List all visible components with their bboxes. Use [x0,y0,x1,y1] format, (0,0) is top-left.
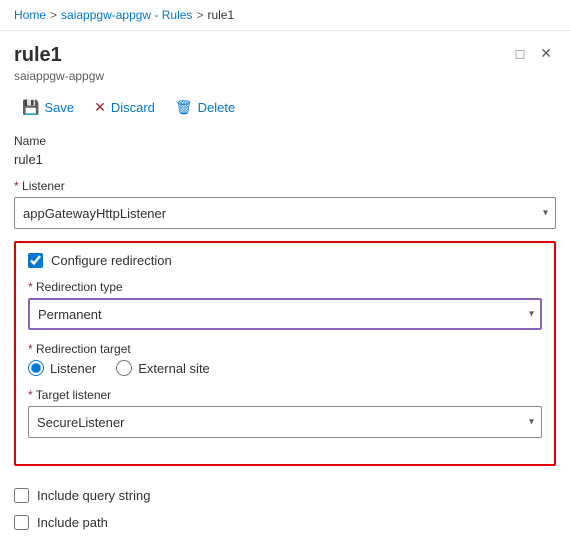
include-query-string-checkbox[interactable] [14,488,29,503]
listener-select[interactable]: appGatewayHttpListener [14,197,556,229]
redirection-target-radio-group: Listener External site [28,360,542,376]
panel-subtitle: saiappgw-appgw [14,69,104,83]
close-icon: ✕ [540,45,552,62]
save-button[interactable]: 💾 Save [14,95,82,120]
radio-listener-row: Listener [28,360,96,376]
configure-redirection-checkbox[interactable] [28,253,43,268]
radio-listener-label[interactable]: Listener [50,361,96,376]
configure-redirection-row: Configure redirection [28,253,542,268]
redirection-target-label: Redirection target [28,342,542,356]
panel-header: rule1 saiappgw-appgw □ ✕ [0,31,570,87]
include-path-checkbox[interactable] [14,515,29,530]
listener-select-wrapper: appGatewayHttpListener ▾ [14,197,556,229]
target-listener-select[interactable]: SecureListener [28,406,542,438]
delete-icon: 🗑 [175,99,193,116]
maximize-icon: □ [516,46,524,62]
radio-external-label[interactable]: External site [138,361,210,376]
target-listener-label: Target listener [28,388,542,402]
redirection-type-select-wrapper: Permanent Found See Other Temporary ▾ [28,298,542,330]
delete-label: Delete [198,100,236,115]
radio-external-row: External site [116,360,210,376]
discard-label: Discard [111,100,155,115]
name-label: Name [14,134,556,148]
panel-title-group: rule1 saiappgw-appgw [14,43,104,83]
redirection-type-group: Redirection type Permanent Found See Oth… [28,280,542,330]
bottom-checkboxes: Include query string Include path [0,472,570,536]
configure-redirection-label[interactable]: Configure redirection [51,253,172,268]
listener-field-group: Listener appGatewayHttpListener ▾ [14,179,556,229]
toolbar: 💾 Save ✕ Discard 🗑 Delete [0,87,570,128]
breadcrumb: Home > saiappgw-appgw - Rules > rule1 [0,0,570,31]
include-query-string-row: Include query string [14,482,556,509]
include-path-label[interactable]: Include path [37,515,108,530]
discard-button[interactable]: ✕ Discard [86,95,163,120]
redirection-type-select[interactable]: Permanent Found See Other Temporary [28,298,542,330]
redirect-section: Configure redirection Redirection type P… [14,241,556,466]
radio-listener[interactable] [28,360,44,376]
breadcrumb-rules[interactable]: saiappgw-appgw - Rules [61,8,192,22]
target-listener-select-wrapper: SecureListener ▾ [28,406,542,438]
redirection-target-group: Redirection target Listener External sit… [28,342,542,376]
include-query-string-label[interactable]: Include query string [37,488,150,503]
breadcrumb-sep2: > [196,8,203,22]
name-field-group: Name rule1 [14,134,556,167]
name-value: rule1 [14,152,556,167]
delete-button[interactable]: 🗑 Delete [167,95,243,120]
breadcrumb-sep1: > [50,8,57,22]
breadcrumb-current: rule1 [207,8,234,22]
save-label: Save [44,100,74,115]
form-section: Name rule1 Listener appGatewayHttpListen… [0,128,570,229]
close-button[interactable]: ✕ [536,43,556,64]
include-path-row: Include path [14,509,556,536]
panel-title: rule1 [14,43,104,67]
panel-controls: □ ✕ [512,43,556,64]
redirect-inner: Redirection type Permanent Found See Oth… [28,280,542,438]
target-listener-group: Target listener SecureListener ▾ [28,388,542,438]
radio-external[interactable] [116,360,132,376]
save-icon: 💾 [22,99,39,116]
breadcrumb-home[interactable]: Home [14,8,46,22]
listener-label: Listener [14,179,556,193]
discard-icon: ✕ [94,99,106,116]
redirection-type-label: Redirection type [28,280,542,294]
maximize-button[interactable]: □ [512,44,528,64]
